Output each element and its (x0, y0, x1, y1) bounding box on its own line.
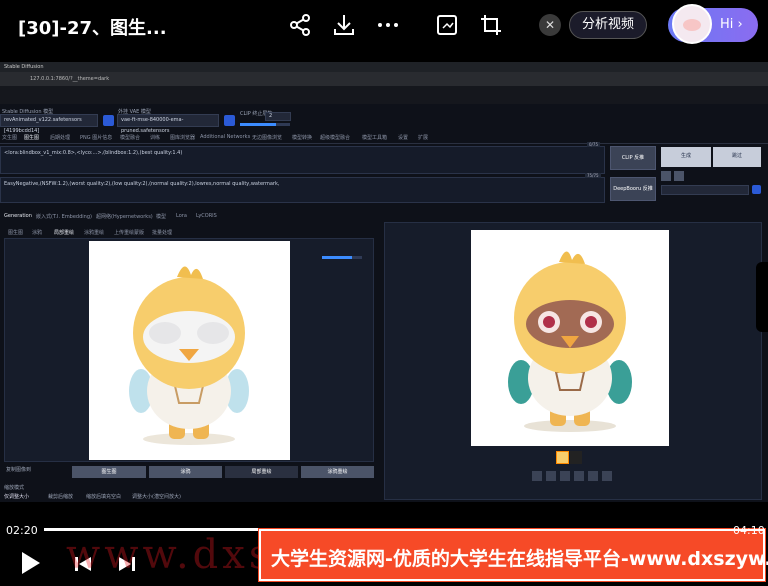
subtab-generation[interactable]: Generation (4, 213, 32, 219)
tab-train[interactable]: 训练 (150, 134, 160, 141)
current-time: 02:20 (6, 524, 38, 537)
tab-super-merge[interactable]: 超级模型融合 (320, 134, 350, 141)
tab-settings[interactable]: 设置 (398, 134, 408, 141)
more-icon[interactable] (375, 12, 401, 38)
check-icon[interactable] (661, 171, 671, 181)
send-inpaint-icon[interactable] (588, 471, 598, 481)
promo-banner: 大学生资源网-优质的大学生在线指导平台-www.dxszyw.cn (259, 529, 768, 581)
output-thumbnail-empty[interactable] (570, 451, 582, 464)
watermark-text: www.dxs (66, 532, 274, 578)
checkpoint-select[interactable]: revAnimated_v122.safetensors [4199bcdd14… (0, 114, 98, 134)
apply-style-button[interactable] (752, 185, 761, 194)
generate-button[interactable]: 生成 (661, 147, 711, 167)
resize-mode-label: 缩放模式 (4, 485, 25, 491)
brush-size-slider-fill (322, 256, 352, 259)
zip-icon[interactable] (560, 471, 570, 481)
resize-option-crop[interactable]: 裁剪后缩放 (48, 493, 73, 500)
screen-capture-icon[interactable] (434, 12, 460, 38)
tab-extensions[interactable]: 扩展 (418, 134, 428, 141)
tab-additional-networks[interactable]: Additional Networks (200, 134, 250, 140)
inpaint-image[interactable] (89, 241, 290, 460)
refresh-vae-button[interactable] (224, 115, 235, 126)
skip-button[interactable]: 跳过 (713, 147, 761, 167)
positive-token-counter: 0/75 (587, 142, 600, 147)
copy-to-sketch-button[interactable]: 涂鸦 (149, 466, 222, 478)
interrogate-clip-button[interactable]: CLIP 反推 (610, 146, 656, 170)
promo-banner-text: 大学生资源网-优质的大学生在线指导平台-www.dxszyw.cn (271, 548, 768, 570)
subtab-lycoris[interactable]: LyCORIS (196, 213, 217, 219)
tab-merge[interactable]: 模型融合 (120, 134, 140, 141)
subtab-model[interactable]: 模型 (156, 213, 166, 220)
tab-infinite-browser[interactable]: 无边图像浏览 (252, 134, 282, 141)
clip-skip-value[interactable]: 2 (265, 112, 291, 121)
tab-png-info[interactable]: PNG 图片信息 (80, 134, 112, 141)
resize-option-fill[interactable]: 缩放后填充空白 (86, 493, 121, 500)
clip-skip-slider-fill (240, 123, 276, 126)
negative-prompt-input[interactable]: EasyNegative,(NSFW:1.2),(worst quality:2… (0, 177, 605, 203)
webui-header (0, 86, 768, 104)
end-time: 04:10 (733, 524, 765, 537)
send-img2img-icon[interactable] (574, 471, 584, 481)
copy-to-inpaint-sketch-button[interactable]: 涂鸦重绘 (301, 466, 374, 478)
browser-tab-title[interactable]: Stable Diffusion (4, 64, 44, 70)
video-frame: Stable Diffusion 127.0.0.1:7860/?__theme… (0, 62, 768, 502)
subtab-lora[interactable]: Lora (176, 213, 187, 219)
play-icon[interactable] (18, 550, 42, 582)
output-thumbnail[interactable] (556, 451, 569, 464)
output-image[interactable] (471, 230, 669, 446)
side-collapse-handle[interactable] (756, 262, 768, 332)
download-icon[interactable] (331, 12, 357, 38)
browser-url-text: 127.0.0.1:7860/?__theme=dark (30, 76, 110, 82)
img-tab-inpaint[interactable]: 局部重绘 (54, 229, 74, 236)
img-tab-img2img[interactable]: 图生图 (8, 229, 23, 236)
vae-select[interactable]: vae-ft-mse-840000-ema-pruned.safetensors (117, 114, 219, 134)
positive-prompt-input[interactable]: <lora:blindbox_v1_mix:0.8>,<lyco:...>,(b… (0, 146, 605, 174)
progress-bar-fill (44, 528, 259, 531)
styles-select[interactable] (661, 185, 749, 195)
copy-to-img2img-button[interactable]: 图生图 (72, 466, 146, 478)
browser-tab-strip: Stable Diffusion (0, 62, 768, 72)
tab-extras[interactable]: 后期处理 (50, 134, 70, 141)
img-tab-sketch[interactable]: 涂鸦 (32, 229, 42, 236)
copy-to-inpaint-button[interactable]: 局部重绘 (225, 466, 298, 478)
player-top-bar: [30]-27、图生... ✕ 分析视频 Hi › (0, 0, 768, 52)
folder-icon[interactable] (532, 471, 542, 481)
share-icon[interactable] (287, 12, 313, 38)
refresh-checkpoint-button[interactable] (103, 115, 114, 126)
copy-image-label: 复制图像到 (6, 467, 32, 473)
resize-option-just-resize[interactable]: 仅调整大小 (4, 493, 29, 500)
close-icon[interactable]: ✕ (539, 14, 561, 36)
interrogate-deepbooru-button[interactable]: DeepBooru 反推 (610, 177, 656, 201)
img-tab-batch[interactable]: 批量处理 (152, 229, 172, 236)
tab-gallery[interactable]: 图库浏览器 (170, 134, 195, 141)
tab-toolbox[interactable]: 模型工具箱 (362, 134, 387, 141)
analyze-video-button[interactable]: 分析视频 (569, 11, 647, 39)
browser-address-bar[interactable]: 127.0.0.1:7860/?__theme=dark (0, 72, 768, 86)
send-extras-icon[interactable] (602, 471, 612, 481)
save-icon[interactable] (546, 471, 556, 481)
assistant-avatar[interactable] (672, 4, 712, 44)
video-title: [30]-27、图生... (18, 18, 167, 39)
negative-token-counter: 75/75 (585, 173, 601, 178)
tab-model-convert[interactable]: 模型转换 (292, 134, 312, 141)
crop-icon[interactable] (478, 12, 504, 38)
img-tab-inpaint-upload[interactable]: 上传重绘蒙版 (114, 229, 144, 236)
tab-img2img[interactable]: 图生图 (24, 134, 39, 141)
tab-txt2img[interactable]: 文生图 (2, 134, 17, 141)
resize-option-latent[interactable]: 调整大小(潜空间放大) (132, 493, 181, 500)
subtab-embedding[interactable]: 嵌入式(T.I. Embedding) (36, 213, 92, 220)
subtab-hypernetworks[interactable]: 超网络(Hypernetworks) (96, 213, 153, 220)
img-tab-inpaint-sketch[interactable]: 涂鸦重绘 (84, 229, 104, 236)
trash-icon[interactable] (674, 171, 684, 181)
